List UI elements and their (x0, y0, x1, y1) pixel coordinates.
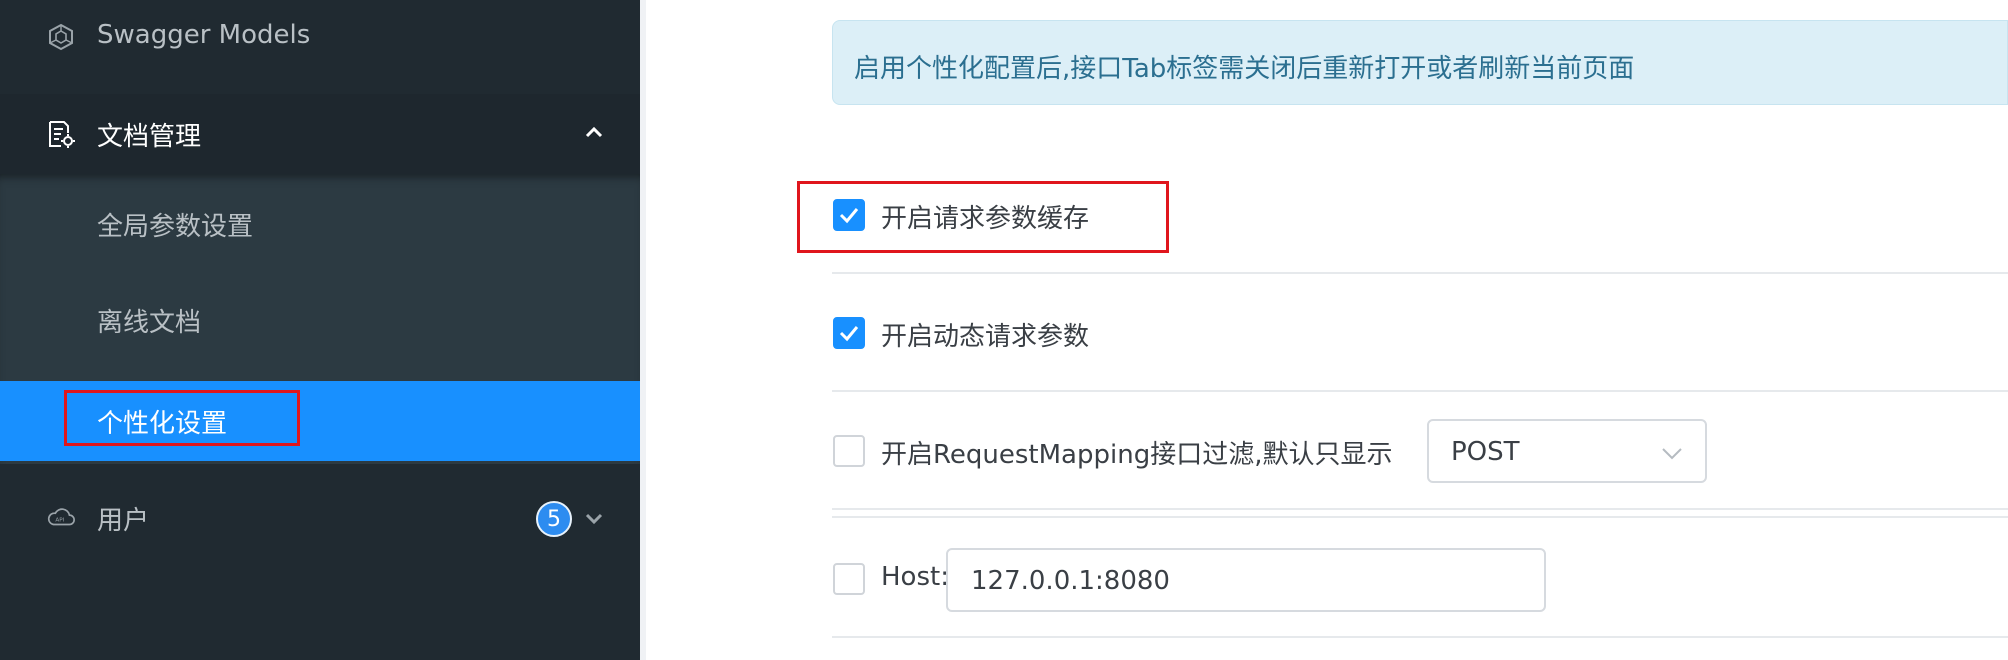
divider (832, 508, 2008, 510)
sidebar-item-swagger-models[interactable]: Swagger Models (0, 0, 640, 74)
highlight-box-sidebar (64, 390, 300, 446)
sidebar-item-label: 离线文档 (97, 308, 202, 338)
host-checkbox[interactable] (833, 563, 865, 595)
info-alert: 启用个性化配置后,接口Tab标签需关闭后重新打开或者刷新当前页面 (832, 20, 2008, 105)
highlight-box-request-cache (797, 181, 1169, 253)
sidebar-item-global-params[interactable]: 全局参数设置 (0, 174, 640, 254)
count-badge: 5 (536, 501, 572, 537)
dynamic-params-label: 开启动态请求参数 (881, 322, 1090, 352)
divider (832, 516, 2008, 518)
cloud-api-icon: API (46, 502, 76, 532)
sidebar-item-label: 文档管理 (97, 122, 202, 152)
sidebar-item-label: 用户 (97, 506, 150, 536)
chevron-up-icon[interactable] (584, 122, 604, 142)
hexagon-cube-icon (46, 22, 76, 52)
host-input-value: 127.0.0.1:8080 (971, 566, 1170, 596)
alert-text: 启用个性化配置后,接口Tab标签需关闭后重新打开或者刷新当前页面 (854, 54, 1635, 84)
method-select-value: POST (1451, 437, 1520, 467)
host-label: Host: (881, 562, 949, 592)
requestmapping-filter-checkbox[interactable] (833, 435, 865, 467)
sidebar-item-label: Swagger Models (97, 20, 311, 50)
sidebar-item-offline-docs[interactable]: 离线文档 (0, 270, 640, 350)
document-gear-icon (46, 119, 76, 149)
host-input[interactable]: 127.0.0.1:8080 (946, 548, 1546, 612)
chevron-down-icon[interactable] (584, 508, 604, 528)
divider (832, 636, 2008, 638)
dynamic-params-checkbox[interactable] (833, 317, 865, 349)
chevron-down-icon (1661, 443, 1683, 463)
sidebar-item-label: 全局参数设置 (97, 212, 254, 242)
requestmapping-filter-label: 开启RequestMapping接口过滤,默认只显示 (881, 440, 1393, 470)
sidebar-item-doc-management[interactable]: 文档管理 (0, 94, 640, 174)
svg-text:API: API (55, 518, 64, 524)
sidebar: Swagger Models 文档管理 全局参数设置 离线文档 个性化设置 AP… (0, 0, 640, 660)
method-select[interactable]: POST (1427, 419, 1707, 483)
